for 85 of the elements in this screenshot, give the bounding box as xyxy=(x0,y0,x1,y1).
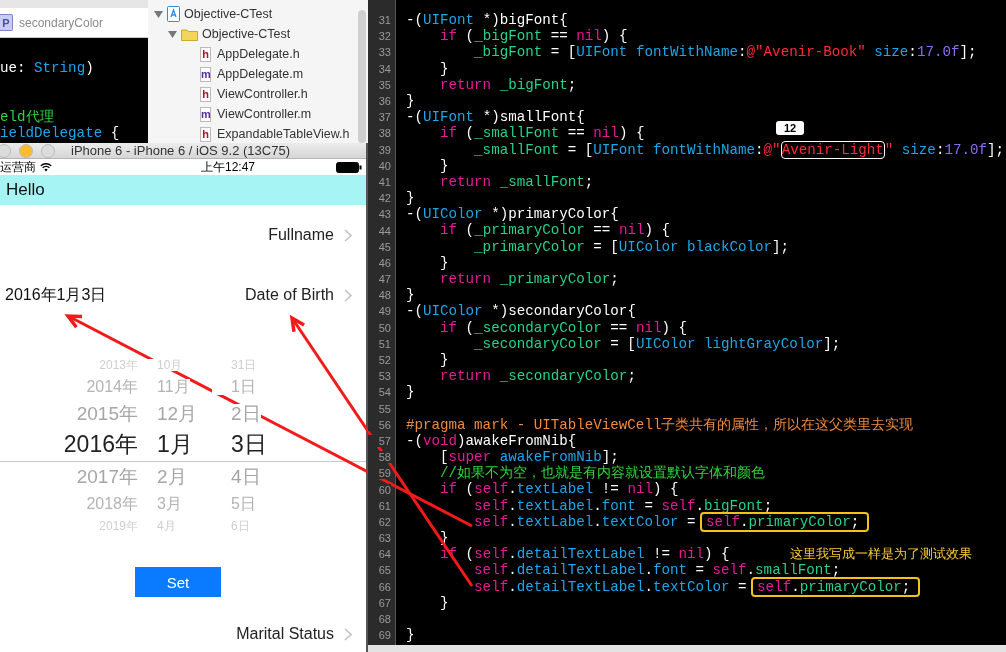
file-icon: h xyxy=(200,46,211,62)
code-line: } xyxy=(406,190,415,207)
table-row[interactable]: Marital Status xyxy=(0,612,366,652)
chevron-icon xyxy=(344,228,352,242)
folder-icon xyxy=(181,27,198,41)
scrollbar[interactable] xyxy=(358,10,366,143)
code-line: -(UIColor *)primaryColor{ xyxy=(406,206,619,223)
date-value: 2016年1月3日 xyxy=(5,284,107,305)
minimize-icon[interactable] xyxy=(19,143,33,158)
picker-day[interactable]: 1日 xyxy=(212,378,256,395)
code-line: #pragma mark - UITableViewCell子类共有的属性，所以在这父类里去实现 xyxy=(406,416,914,433)
picker-year[interactable]: 2015年 xyxy=(76,404,138,423)
picker-year[interactable]: 2016年 xyxy=(63,433,138,456)
code-line: _bigFont = [UIFont fontWithName:@"Avenir-Book" size:17.0f]; xyxy=(473,44,977,61)
code-line: } xyxy=(406,627,415,644)
code-line: _primaryColor = [UIColor blackColor]; xyxy=(473,238,790,255)
code-line: //如果不为空，也就是有内容就设置默认字体和颜色 xyxy=(439,465,766,482)
code-line: } xyxy=(439,351,449,369)
code-line: self.detailTextLabel.font = self.smallFont; xyxy=(473,562,841,579)
code-line: -(void)awakeFromNib{ xyxy=(406,432,577,450)
file-icon: h xyxy=(200,86,211,102)
code-line: return _primaryColor; xyxy=(439,271,619,288)
set-button[interactable]: Set xyxy=(135,567,221,597)
code-line: _smallFont = [UIFont fontWithName:@"Avenir-Light" size:17.0f]; xyxy=(473,141,1004,158)
annotation-note: 这里我写成一样是为了测试效果 xyxy=(790,545,972,563)
code-line: if (_smallFont == nil) { xyxy=(439,125,645,142)
file-tree-item[interactable]: ExpandableTableView.h xyxy=(217,127,350,141)
code-line: _secondaryColor = [UIColor lightGrayColor]; xyxy=(473,335,841,352)
picker-year[interactable]: 2014年 xyxy=(86,378,138,395)
table-row[interactable]: Fullname xyxy=(0,205,366,265)
carrier-name: 运营商 xyxy=(0,158,36,176)
file-icon: h xyxy=(200,126,211,142)
chevron-icon xyxy=(344,627,352,641)
line-number: 56 xyxy=(368,418,391,431)
match-count-badge: 12 xyxy=(776,121,805,135)
code-line: if (_primaryColor == nil) { xyxy=(439,222,670,239)
file-tree-item[interactable]: AppDelegate.h xyxy=(217,47,300,61)
code-line: ue: String) xyxy=(0,60,95,77)
code-line: return _secondaryColor; xyxy=(439,368,636,385)
editor-tab[interactable]: P secondaryColor xyxy=(0,0,148,38)
code-line: -(UIFont *)smallFont{ xyxy=(406,109,585,126)
code-line: } xyxy=(439,60,449,77)
picker-year[interactable]: 2018年 xyxy=(86,495,138,512)
nav-title: Hello xyxy=(6,180,45,200)
code-line: } xyxy=(439,157,449,174)
code-line: -(UIFont *)bigFont{ xyxy=(406,12,568,29)
status-time: 上午12:47 xyxy=(201,158,255,176)
line-number: 57 xyxy=(368,434,391,447)
file-icon: m xyxy=(200,106,211,122)
property-icon: P xyxy=(0,14,13,31)
window-title: iPhone 6 - iPhone 6 / iOS 9.2 (13C75) xyxy=(71,143,290,158)
battery-icon xyxy=(336,161,362,173)
code-line: } xyxy=(439,594,449,611)
code-line: -(UIColor *)secondaryColor{ xyxy=(406,303,636,320)
line-number: 59 xyxy=(368,467,391,480)
chevron-icon xyxy=(344,288,352,302)
code-line: return _smallFont; xyxy=(439,173,594,191)
wifi-icon xyxy=(40,162,52,172)
window-control-icon[interactable] xyxy=(41,143,55,158)
file-icon: m xyxy=(200,66,211,82)
file-tree-item[interactable]: ViewController.h xyxy=(217,87,308,101)
file-tree-item[interactable]: AppDelegate.m xyxy=(217,67,304,81)
code-line: if (self.textLabel != nil) { xyxy=(439,481,679,498)
row-label: Fullname xyxy=(268,226,334,244)
code-line: ieldDelegate { xyxy=(0,125,121,142)
row-label: Marital Status xyxy=(236,625,334,643)
picker-year[interactable]: 2017年 xyxy=(76,467,138,486)
code-line: if (_bigFont == nil) { xyxy=(439,28,628,45)
file-tree-item[interactable]: Objective-CTest xyxy=(202,27,291,41)
table-row[interactable]: 2016年1月3日 Date of Birth xyxy=(0,265,366,325)
file-tree-item[interactable]: Objective-CTest xyxy=(184,7,273,21)
row-label: Date of Birth xyxy=(245,286,334,304)
window-control-icon[interactable] xyxy=(0,143,11,158)
code-line: eld代理 xyxy=(0,109,55,126)
code-line: self.detailTextLabel.textColor = self.primaryColor; xyxy=(406,578,921,595)
code-line: if (_secondaryColor == nil) { xyxy=(439,319,687,336)
code-line: [super awakeFromNib]; xyxy=(439,449,619,466)
file-tree-item[interactable]: ViewController.m xyxy=(217,107,312,121)
project-icon xyxy=(167,6,180,22)
code-line: } xyxy=(406,92,415,110)
code-line: } xyxy=(406,287,415,304)
code-line: self.textLabel.textColor = self.primaryColor; xyxy=(406,513,870,530)
code-line: return _bigFont; xyxy=(439,76,577,93)
code-line: } xyxy=(406,384,415,401)
code-line: } xyxy=(439,254,449,271)
